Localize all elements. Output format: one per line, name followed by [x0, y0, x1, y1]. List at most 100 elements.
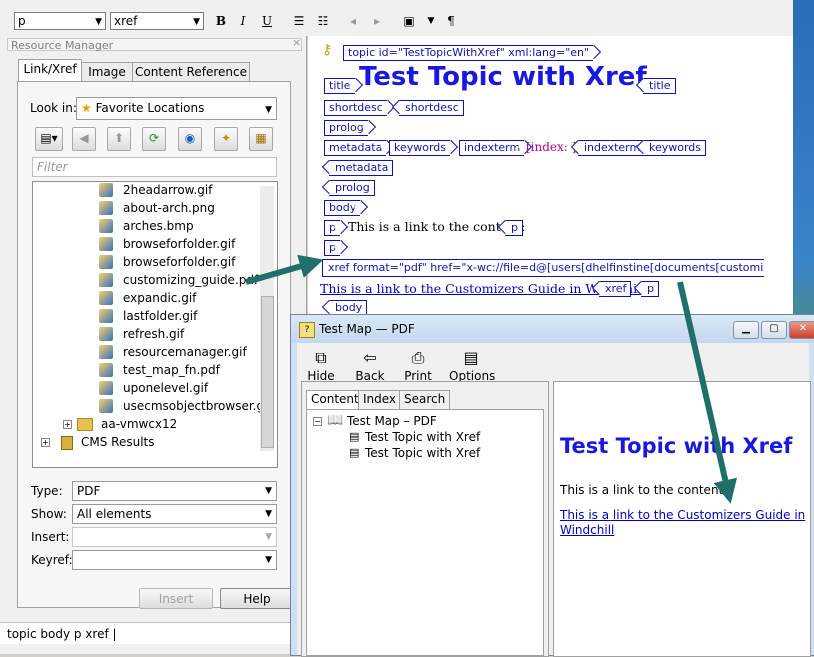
file-icon: [99, 255, 113, 269]
tab-index[interactable]: Index: [358, 390, 402, 409]
shortdesc-start-tag[interactable]: shortdesc: [324, 100, 387, 116]
look-in-value: Favorite Locations: [95, 101, 205, 115]
tab-link-xref[interactable]: Link/Xref: [18, 59, 82, 83]
back-icon[interactable]: ◀: [72, 127, 96, 151]
refresh-icon[interactable]: ⟳: [142, 127, 166, 151]
chevron-down-icon: ▼: [193, 17, 200, 27]
map-icon: ?: [299, 322, 315, 338]
content-heading: Test Topic with Xref: [560, 434, 793, 458]
tab-content-reference[interactable]: Content Reference: [132, 62, 250, 82]
content-link[interactable]: This is a link to the Customizers Guide …: [560, 508, 806, 538]
body-start-tag[interactable]: body: [324, 200, 361, 216]
tree-file-label: about-arch.png: [123, 201, 215, 215]
status-bar: topic body p xref |: [0, 622, 306, 644]
element-combo[interactable]: xref ▼: [110, 12, 204, 30]
pilcrow-button[interactable]: ¶: [442, 12, 460, 30]
indent-icon[interactable]: ▸: [368, 12, 386, 30]
topic-title[interactable]: Test Topic with Xref: [359, 62, 647, 92]
p-end-tag-2[interactable]: p: [641, 281, 659, 297]
bold-button[interactable]: B: [212, 12, 230, 30]
xref-end-tag[interactable]: xref: [599, 281, 632, 297]
printer-icon: ⎙: [411, 348, 425, 367]
chevron-down-icon: ▼: [265, 509, 272, 519]
metadata-start-tag[interactable]: metadata: [324, 140, 387, 156]
show-select[interactable]: All elements ▼: [72, 504, 277, 524]
insert-select[interactable]: ▼: [72, 527, 277, 547]
hide-button[interactable]: ⧉ Hide: [307, 347, 335, 383]
help-button[interactable]: Help: [220, 588, 294, 609]
up-folder-icon[interactable]: ⬆: [107, 127, 131, 151]
outdent-icon[interactable]: ◂: [344, 12, 362, 30]
metadata-end-tag[interactable]: metadata: [329, 160, 394, 176]
keyref-select[interactable]: ▼: [72, 550, 277, 570]
file-icon: [99, 219, 113, 233]
tree-file-label: 2headarrow.gif: [123, 183, 213, 197]
add-favorite-icon[interactable]: ✦: [214, 127, 238, 151]
print-button[interactable]: ⎙ Print: [403, 347, 433, 383]
minimize-icon[interactable]: ▁: [733, 321, 759, 339]
p-start-tag-2[interactable]: p: [324, 240, 340, 256]
type-label: Type:: [31, 484, 63, 498]
topic-start-tag[interactable]: topic id="TestTopicWithXref" xml:lang="e…: [343, 45, 594, 61]
window-title: Test Map — PDF: [319, 322, 415, 336]
scrollbar-thumb[interactable]: [261, 296, 274, 448]
p-end-tag[interactable]: p: [505, 220, 523, 236]
keywords-end-tag[interactable]: keywords: [643, 140, 707, 156]
show-label: Show:: [31, 507, 67, 521]
shortdesc-end-tag[interactable]: shortdesc: [399, 100, 464, 116]
expand-icon[interactable]: +: [41, 438, 50, 447]
window-title-bar[interactable]: ? Test Map — PDF ▁ ▢ ✕: [291, 315, 814, 343]
close-icon[interactable]: ×: [292, 36, 301, 49]
window-body: ⧉ Hide ⇦ Back ⎙ Print ▤ Options Contents…: [297, 343, 811, 657]
p-start-tag[interactable]: p: [324, 220, 340, 236]
folder-icon: [77, 418, 93, 431]
title-end-tag[interactable]: title: [643, 78, 676, 94]
chevron-down-icon[interactable]: ▼: [422, 12, 440, 30]
keyref-label: Keyref:: [31, 553, 73, 567]
expand-icon[interactable]: +: [63, 420, 72, 429]
file-icon: [99, 309, 113, 323]
type-select[interactable]: PDF ▼: [72, 481, 277, 501]
tree-scrollbar[interactable]: [260, 186, 274, 451]
index-marker: [index: ]: [526, 140, 577, 154]
numbered-list-icon[interactable]: ☰: [290, 12, 308, 30]
insert-element-icon[interactable]: ▣: [400, 12, 418, 30]
collapse-icon[interactable]: −: [313, 417, 322, 426]
formatting-toolbar: p ▼ xref ▼ B I U ☰ ☷ ◂ ▸ ▣ ▼ ¶: [0, 0, 793, 37]
insert-button[interactable]: Insert: [139, 588, 213, 609]
options-button[interactable]: ▤ Options: [449, 347, 495, 383]
tree-file-label: browseforfolder.gif: [123, 255, 236, 269]
tab-search[interactable]: Search: [399, 390, 451, 409]
indexterm-end-tag[interactable]: indexterm: [578, 140, 646, 156]
page-icon: ▤: [349, 430, 360, 443]
xref-start-tag[interactable]: xref format="pdf" href="x-wc://file=d@[u…: [322, 259, 764, 277]
favorites-menu-icon[interactable]: ▤▾: [35, 127, 63, 151]
keywords-start-tag[interactable]: keywords: [389, 140, 451, 156]
indexterm-start-tag[interactable]: indexterm: [459, 140, 525, 156]
prolog-start-tag[interactable]: prolog: [324, 120, 368, 136]
tab-image[interactable]: Image: [81, 62, 133, 82]
underline-button[interactable]: U: [258, 12, 276, 30]
title-start-tag[interactable]: title: [324, 78, 355, 94]
object-browser-icon[interactable]: ▦: [249, 127, 273, 151]
prolog-end-tag[interactable]: prolog: [329, 180, 375, 196]
browse-web-icon[interactable]: ◉: [178, 127, 202, 151]
file-icon: [99, 291, 113, 305]
insert-label: Insert:: [31, 530, 70, 544]
bullet-list-icon[interactable]: ☷: [314, 12, 332, 30]
back-button[interactable]: ⇦ Back: [353, 347, 387, 383]
italic-button[interactable]: I: [234, 12, 252, 30]
look-in-select[interactable]: ★ Favorite Locations ▼: [76, 97, 277, 120]
filter-input[interactable]: Filter: [32, 157, 277, 177]
key-icon: ⚷: [322, 42, 333, 58]
style-combo[interactable]: p ▼: [14, 12, 106, 30]
close-icon[interactable]: ✕: [789, 321, 814, 339]
file-tree[interactable]: 2headarrow.gif about-arch.png arches.bmp br…: [32, 181, 278, 468]
toc-item[interactable]: Test Topic with Xref: [365, 446, 480, 460]
maximize-icon[interactable]: ▢: [761, 321, 787, 339]
chevron-down-icon: ▼: [265, 105, 272, 115]
toc-item[interactable]: Test Topic with Xref: [365, 430, 480, 444]
page-icon: ▤: [349, 446, 360, 459]
toc-root[interactable]: Test Map – PDF: [347, 414, 437, 428]
tree-file-label: browseforfolder.gif: [123, 237, 236, 251]
